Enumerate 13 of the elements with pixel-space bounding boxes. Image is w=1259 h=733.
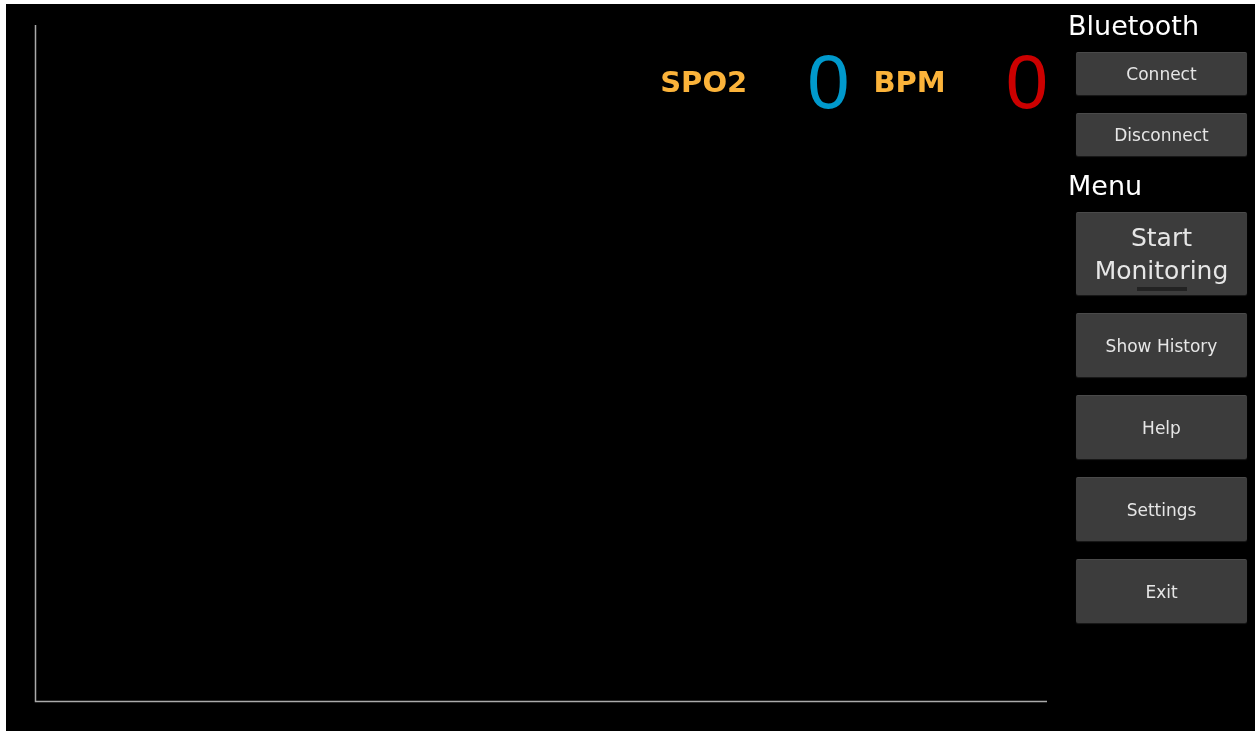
menu-button[interactable]: Connect — [1076, 52, 1247, 95]
reading-value: 0 — [807, 44, 850, 120]
menu-button[interactable]: Disconnect — [1076, 113, 1247, 156]
menu-button[interactable]: Settings — [1076, 477, 1247, 541]
reading-label: SPO2 — [660, 65, 748, 99]
reading-value: 0 — [1005, 44, 1048, 120]
menu-button[interactable]: Start Monitoring — [1076, 212, 1247, 295]
section-title: Bluetooth — [1068, 10, 1201, 42]
menu-button[interactable]: Exit — [1076, 559, 1247, 623]
menu-button[interactable]: Help — [1076, 395, 1247, 459]
reading-label: BPM — [873, 65, 946, 99]
section-title: Menu — [1068, 170, 1144, 202]
menu-button[interactable]: Show History — [1076, 313, 1247, 377]
